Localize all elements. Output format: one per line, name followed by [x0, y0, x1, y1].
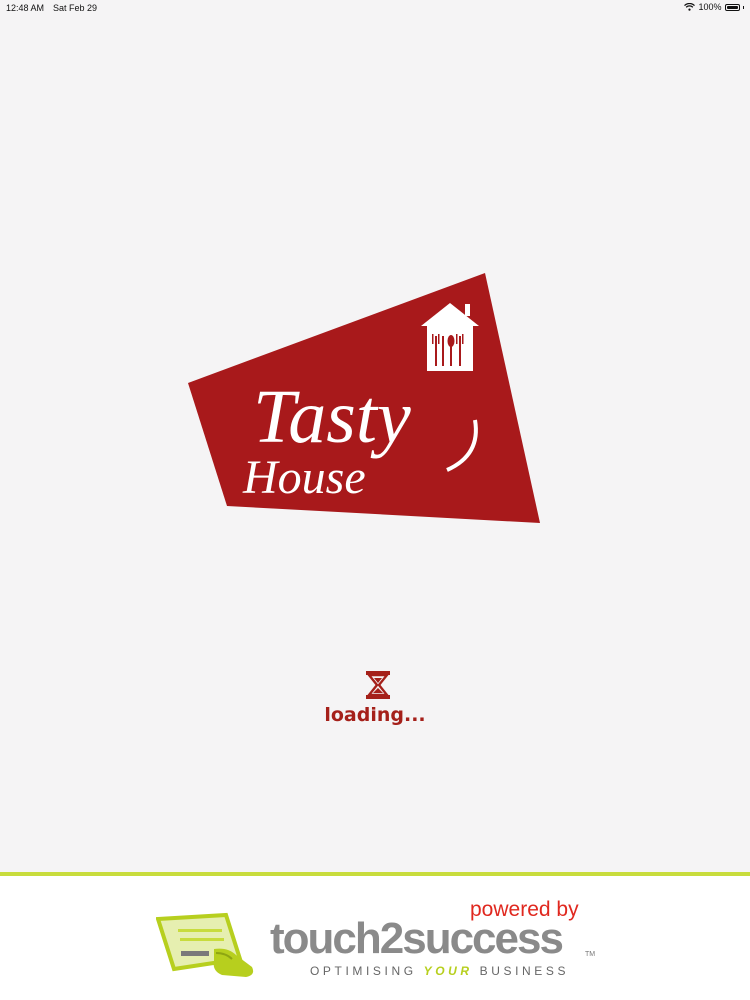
- logo-word-tasty: Tasty: [253, 375, 411, 459]
- touch2success-logo-text: touch2success: [270, 914, 564, 963]
- status-bar: 12:48 AM Sat Feb 29 100%: [0, 0, 750, 16]
- status-indicators: 100%: [684, 2, 744, 12]
- tagline: OPTIMISING YOUR BUSINESS: [310, 964, 569, 978]
- tagline-highlight: YOUR: [423, 964, 473, 978]
- battery-percent: 100%: [698, 2, 722, 12]
- wifi-icon: [684, 3, 696, 11]
- trademark-mark: TM: [585, 951, 596, 958]
- loading-text: loading...: [324, 704, 426, 726]
- battery-icon: [724, 3, 740, 11]
- logo-word-house: House: [242, 451, 366, 504]
- status-time: 12:48 AM: [6, 3, 45, 13]
- card-hand-icon: [156, 912, 254, 977]
- footer-branding: powered by touch2success TM OPTIMISING Y…: [0, 872, 750, 1000]
- app-logo: Tasty House: [188, 273, 540, 523]
- hourglass-icon: [366, 671, 390, 699]
- status-date: Sat Feb 29: [53, 3, 98, 13]
- tagline-start: OPTIMISING: [310, 964, 424, 978]
- tagline-end: BUSINESS: [472, 964, 570, 978]
